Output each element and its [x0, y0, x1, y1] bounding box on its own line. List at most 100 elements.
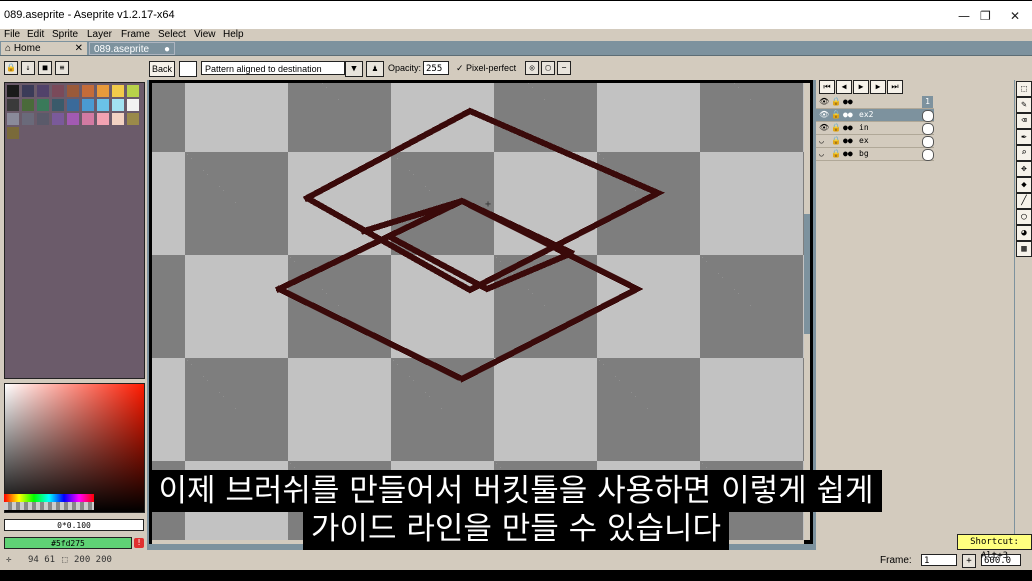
sort-icon[interactable]: ↓ — [21, 61, 35, 75]
minimize-icon[interactable]: — — [958, 9, 970, 23]
eye-icon[interactable]: 👁 — [819, 96, 829, 108]
palette-swatch[interactable] — [37, 99, 49, 111]
zoom-tool-icon[interactable]: ⌕ — [1016, 145, 1032, 161]
palette-swatch[interactable] — [52, 99, 64, 111]
marquee-tool-icon[interactable]: ⬚ — [1016, 81, 1032, 97]
cel-bg[interactable] — [922, 149, 934, 161]
palette-swatch[interactable] — [7, 113, 19, 125]
menu-sprite[interactable]: Sprite — [52, 29, 78, 41]
cel-in[interactable] — [922, 123, 934, 135]
add-frame-icon[interactable]: + — [962, 554, 976, 568]
palette-swatch[interactable] — [37, 113, 49, 125]
alpha-slider[interactable] — [4, 502, 94, 510]
move-tool-icon[interactable]: ✥ — [1016, 161, 1032, 177]
play-icon[interactable]: ▶ — [853, 80, 869, 94]
palette-swatch[interactable] — [82, 113, 94, 125]
prev-frame-icon[interactable]: ◀ — [836, 80, 852, 94]
layer-row-bg[interactable]: ◡ 🔒 ●● bg — [816, 148, 934, 161]
palette-swatch[interactable] — [97, 99, 109, 111]
background-color-bar[interactable]: #5fd275 — [4, 537, 132, 549]
link-icon[interactable]: ●● — [843, 96, 853, 108]
hidden-eye-icon[interactable]: ◡ — [819, 135, 824, 147]
cel-ex[interactable] — [922, 136, 934, 148]
minus-icon[interactable]: − — [557, 61, 571, 75]
menu-select[interactable]: Select — [158, 29, 186, 41]
tab-modified-dot-icon[interactable]: ● — [164, 43, 170, 56]
lock-icon[interactable]: 🔒 — [4, 61, 18, 75]
menu-frame[interactable]: Frame — [121, 29, 150, 41]
eraser-tool-icon[interactable]: ⌫ — [1016, 113, 1032, 129]
palette-swatch[interactable] — [22, 85, 34, 97]
palette-swatch[interactable] — [112, 113, 124, 125]
link-icon[interactable]: ●● — [843, 135, 853, 147]
menu-view[interactable]: View — [194, 29, 216, 41]
frame-input[interactable]: 1 — [921, 554, 957, 566]
symmetry-icon[interactable]: ◎ — [525, 61, 539, 75]
next-frame-icon[interactable]: ▶ — [870, 80, 886, 94]
lock-icon[interactable]: 🔒 — [831, 135, 841, 147]
tab-home[interactable]: ⌂ Home ✕ — [1, 42, 87, 55]
palette-swatch[interactable] — [127, 85, 139, 97]
menu-help[interactable]: Help — [223, 29, 244, 41]
maximize-icon[interactable]: ❐ — [980, 9, 991, 23]
tab-close-icon[interactable]: ✕ — [75, 42, 83, 55]
palette-swatch[interactable] — [22, 99, 34, 111]
palette-swatch[interactable] — [67, 113, 79, 125]
symmetry-options-icon[interactable]: ▢ — [541, 61, 555, 75]
palette-swatch[interactable] — [127, 113, 139, 125]
palette-swatch[interactable] — [7, 127, 19, 139]
pencil-tool-icon[interactable]: ✎ — [1016, 97, 1032, 113]
layer-row-in[interactable]: 👁 🔒 ●● in — [816, 122, 934, 135]
save-palette-icon[interactable]: ■ — [38, 61, 52, 75]
eye-icon[interactable]: 👁 — [819, 109, 829, 121]
palette-swatch[interactable] — [7, 85, 19, 97]
palette-swatch[interactable] — [82, 99, 94, 111]
lock-icon[interactable]: 🔒 — [831, 96, 841, 108]
canvas[interactable]: + — [152, 83, 804, 540]
ellipse-tool-icon[interactable]: ◯ — [1016, 209, 1032, 225]
first-frame-icon[interactable]: ⏮ — [819, 80, 835, 94]
pixel-perfect-checkbox[interactable]: ✓ Pixel-perfect — [456, 61, 516, 75]
pattern-dropdown[interactable]: Pattern aligned to destination — [201, 61, 345, 75]
bucket-tool-icon[interactable]: ◆ — [1016, 177, 1032, 193]
palette-swatch[interactable] — [67, 85, 79, 97]
line-tool-icon[interactable]: ╱ — [1016, 193, 1032, 209]
palette-swatch[interactable] — [82, 85, 94, 97]
lock-icon[interactable]: 🔒 — [831, 122, 841, 134]
hidden-eye-icon[interactable]: ◡ — [819, 148, 824, 160]
hue-slider[interactable] — [4, 494, 94, 502]
lock-icon[interactable]: 🔒 — [831, 109, 841, 121]
palette-swatch[interactable] — [7, 99, 19, 111]
menu-file[interactable]: File — [4, 29, 20, 41]
layer-row-ex2[interactable]: 👁 🔒 ●● ex2 — [816, 109, 934, 122]
palette-swatch[interactable] — [112, 99, 124, 111]
eyedropper-tool-icon[interactable]: ✒ — [1016, 129, 1032, 145]
brush-preview-button[interactable] — [179, 61, 197, 77]
horizontal-scrollbar[interactable] — [152, 540, 804, 544]
palette-swatch[interactable] — [97, 85, 109, 97]
palette-swatch[interactable] — [52, 85, 64, 97]
cel-ex2[interactable] — [922, 110, 934, 122]
vertical-scrollbar-thumb[interactable] — [804, 214, 810, 334]
blur-tool-icon[interactable]: ▦ — [1016, 241, 1032, 257]
tab-file[interactable]: 089.aseprite ● — [89, 42, 175, 55]
palette-swatch[interactable] — [52, 113, 64, 125]
lock-icon[interactable]: 🔒 — [831, 148, 841, 160]
menu-edit[interactable]: Edit — [27, 29, 44, 41]
palette-menu-icon[interactable]: ≡ — [55, 61, 69, 75]
link-icon[interactable]: ●● — [843, 148, 853, 160]
chevron-down-icon[interactable]: ▼ — [345, 61, 363, 77]
palette-swatch[interactable] — [127, 99, 139, 111]
close-icon[interactable]: ✕ — [1010, 9, 1020, 23]
ink-type-icon[interactable]: ♟ — [366, 61, 384, 77]
eye-icon[interactable]: 👁 — [819, 122, 829, 134]
link-icon[interactable]: ●● — [843, 122, 853, 134]
foreground-color-bar[interactable]: 0*0.100 — [4, 519, 144, 531]
palette-swatch[interactable] — [22, 113, 34, 125]
contour-tool-icon[interactable]: ◕ — [1016, 225, 1032, 241]
opacity-input[interactable]: 255 — [423, 61, 449, 75]
palette-swatch[interactable] — [67, 99, 79, 111]
frame-header[interactable]: 1 — [922, 96, 933, 108]
palette-swatch[interactable] — [97, 113, 109, 125]
palette-swatch[interactable] — [112, 85, 124, 97]
